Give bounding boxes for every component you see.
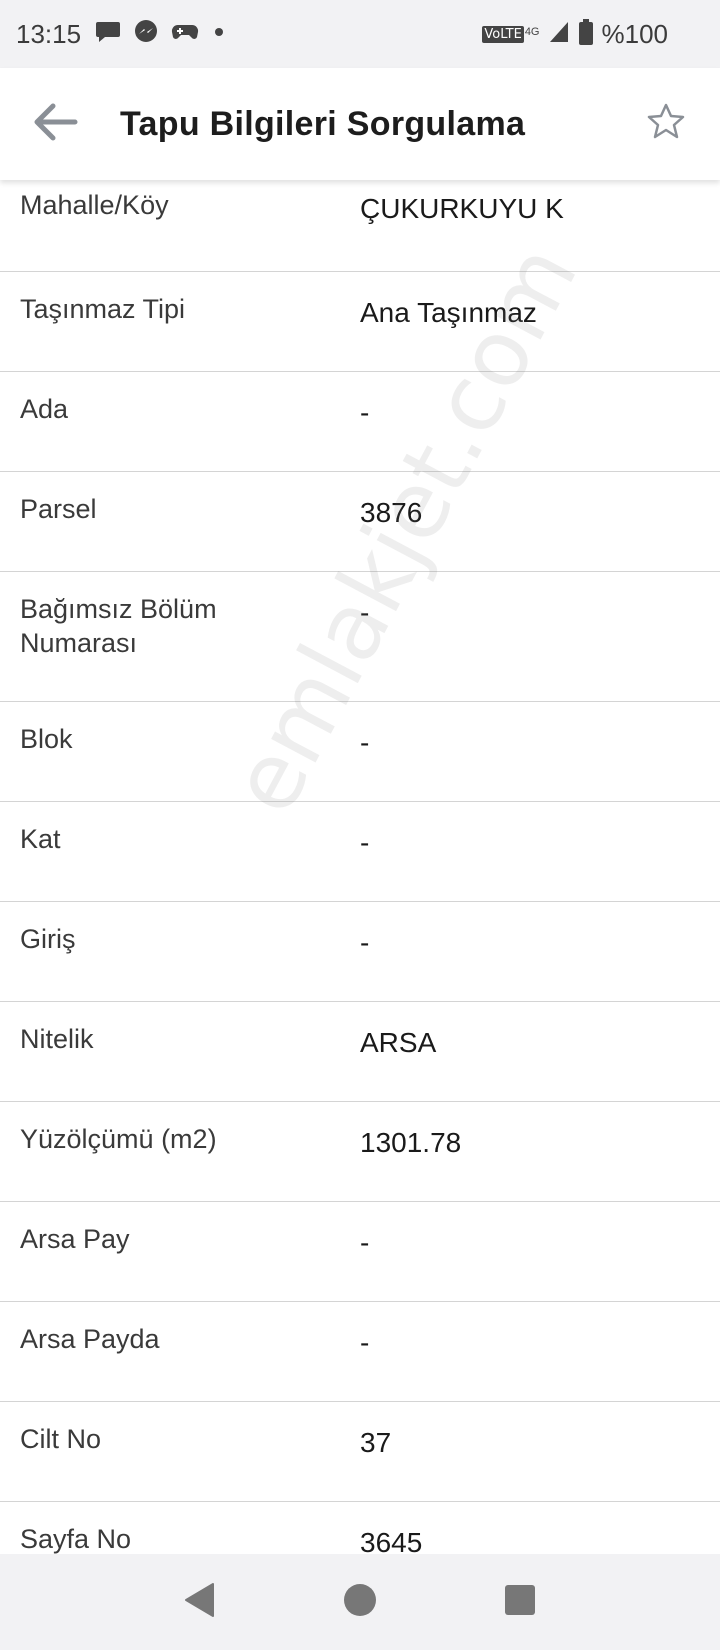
- arrow-left-icon: [33, 102, 79, 147]
- info-row-arsa-payda: Arsa Payda -: [0, 1302, 720, 1402]
- info-row-sayfa-no: Sayfa No 3645: [0, 1502, 720, 1554]
- info-row-mahalle: Mahalle/Köy ÇUKURKUYU K: [0, 180, 720, 272]
- row-label: Taşınmaz Tipi: [20, 294, 186, 324]
- page-title: Tapu Bilgileri Sorgulama: [120, 104, 526, 143]
- row-value: 3645: [360, 1527, 423, 1554]
- row-value: 3876: [360, 497, 423, 528]
- system-nav-bar: [0, 1554, 720, 1650]
- row-value: -: [360, 597, 370, 628]
- gamepad-icon: [171, 22, 199, 47]
- row-value: -: [360, 927, 370, 958]
- info-row-nitelik: Nitelik ARSA: [0, 1002, 720, 1102]
- row-value: -: [360, 1227, 370, 1258]
- square-recents-icon: [504, 1584, 536, 1621]
- notification-icons: [95, 19, 227, 50]
- status-time: 13:15: [16, 18, 82, 49]
- nav-recents-button[interactable]: [490, 1572, 550, 1632]
- circle-home-icon: [342, 1582, 378, 1623]
- info-row-tasinmaz-tipi: Taşınmaz Tipi Ana Taşınmaz: [0, 272, 720, 372]
- back-button[interactable]: [28, 96, 84, 152]
- chat-bubble-icon: [95, 20, 121, 49]
- row-value: 37: [360, 1427, 392, 1458]
- row-value: -: [360, 727, 370, 758]
- info-row-arsa-pay: Arsa Pay -: [0, 1202, 720, 1302]
- row-label: Sayfa No: [20, 1524, 132, 1554]
- row-label: Arsa Pay: [20, 1224, 130, 1254]
- row-label: Blok: [20, 724, 73, 754]
- row-label: Yüzölçümü (m2): [20, 1124, 217, 1154]
- row-value: -: [360, 397, 370, 428]
- messenger-icon: [133, 19, 159, 50]
- status-right: VoLTE 4G %100: [482, 18, 704, 51]
- info-row-giris: Giriş -: [0, 902, 720, 1002]
- row-label: Arsa Payda: [20, 1324, 160, 1354]
- row-label: Giriş: [20, 924, 76, 954]
- favorite-button[interactable]: [638, 96, 694, 152]
- nav-back-button[interactable]: [170, 1572, 230, 1632]
- info-row-parsel: Parsel 3876: [0, 472, 720, 572]
- row-value: Ana Taşınmaz: [360, 297, 537, 328]
- row-label: Kat: [20, 824, 61, 854]
- row-value: -: [360, 1327, 370, 1358]
- row-label: Bağımsız Bölüm Numarası: [20, 594, 217, 658]
- info-row-cilt-no: Cilt No 37: [0, 1402, 720, 1502]
- row-value: 1301.78: [360, 1127, 462, 1158]
- property-info-list[interactable]: Mahalle/Köy ÇUKURKUYU K Taşınmaz Tipi An…: [0, 180, 720, 1554]
- info-row-blok: Blok -: [0, 702, 720, 802]
- row-label: Cilt No: [20, 1424, 102, 1454]
- info-row-ada: Ada -: [0, 372, 720, 472]
- app-bar: Tapu Bilgileri Sorgulama: [0, 68, 720, 180]
- signal-icon: [548, 20, 570, 49]
- battery-icon: [578, 18, 594, 51]
- status-bar: 13:15 VoLTE 4G %100: [0, 0, 720, 68]
- dot-icon: [211, 24, 227, 45]
- volte-icon: VoLTE 4G: [482, 25, 540, 43]
- row-label: Parsel: [20, 494, 97, 524]
- info-row-bagimsiz-bolum: Bağımsız Bölüm Numarası -: [0, 572, 720, 702]
- triangle-back-icon: [183, 1582, 217, 1623]
- row-value: ARSA: [360, 1027, 437, 1058]
- nav-home-button[interactable]: [330, 1572, 390, 1632]
- row-value: -: [360, 827, 370, 858]
- row-label: Ada: [20, 394, 69, 424]
- info-row-kat: Kat -: [0, 802, 720, 902]
- info-row-yuzolcumu: Yüzölçümü (m2) 1301.78: [0, 1102, 720, 1202]
- row-value: ÇUKURKUYU K: [360, 193, 564, 224]
- star-outline-icon: [646, 102, 686, 147]
- row-label: Nitelik: [20, 1024, 94, 1054]
- battery-percent: %100: [601, 18, 669, 49]
- row-label: Mahalle/Köy: [20, 190, 169, 220]
